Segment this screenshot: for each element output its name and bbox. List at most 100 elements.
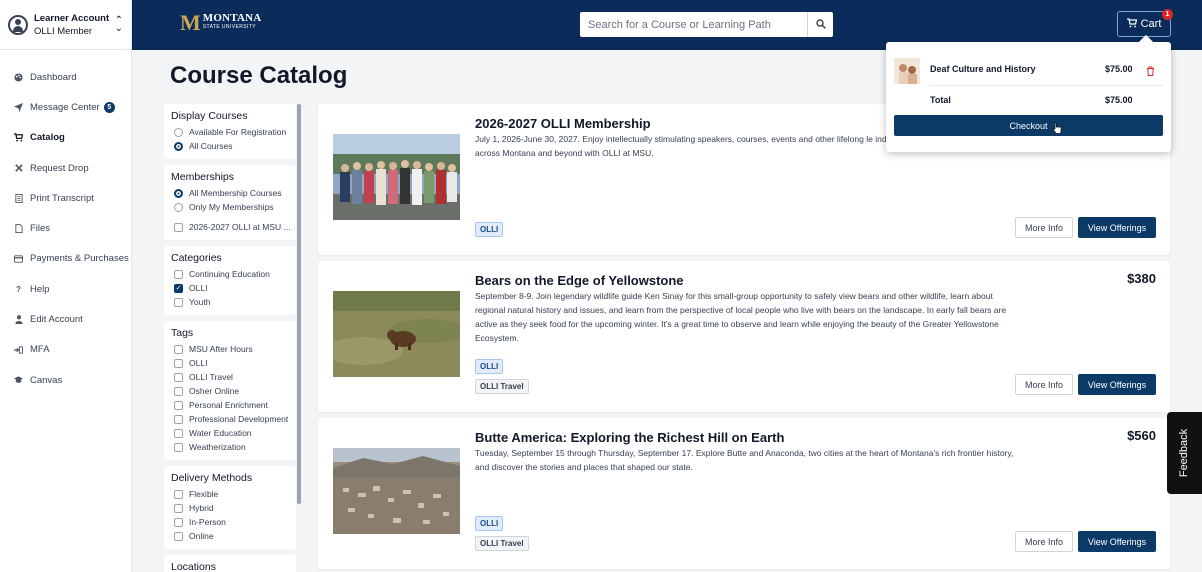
chevron-up-down-icon[interactable]: ⌃ ⌄: [115, 15, 123, 33]
cart-button[interactable]: Cart 1: [1117, 9, 1173, 37]
radio-button[interactable]: [174, 141, 183, 151]
checkbox[interactable]: [174, 372, 183, 382]
checkbox[interactable]: [174, 386, 183, 396]
filter-option[interactable]: Only My Memberships: [171, 200, 289, 214]
sidebar-item-mfa[interactable]: MFA: [0, 335, 131, 365]
filter-option[interactable]: Available For Registration: [171, 125, 289, 139]
account-title: Learner Account: [34, 12, 110, 24]
checkout-button[interactable]: Checkout: [894, 115, 1163, 136]
filter-title: Locations: [171, 561, 216, 572]
sidebar-item-edit-account[interactable]: Edit Account: [0, 304, 131, 334]
trash-icon[interactable]: [1146, 63, 1155, 81]
more-info-button[interactable]: More Info: [1015, 531, 1073, 552]
divider: [930, 85, 1163, 86]
filter-option[interactable]: Water Education: [171, 426, 289, 440]
view-offerings-button[interactable]: View Offerings: [1078, 217, 1156, 238]
checkbox[interactable]: [174, 442, 183, 452]
sidebar-item-label: Print Transcript: [30, 192, 94, 204]
filter-option[interactable]: In-Person: [171, 515, 289, 529]
filter-scrollbar[interactable]: [297, 104, 301, 504]
file-icon: [14, 224, 23, 234]
filter-option[interactable]: All Membership Courses: [171, 186, 289, 200]
feedback-tab[interactable]: Feedback: [1167, 412, 1202, 494]
course-title[interactable]: Bears on the Edge of Yellowstone: [475, 273, 684, 288]
tag-badge: OLLI: [475, 222, 504, 237]
checkbox[interactable]: [174, 531, 183, 541]
sidebar-item-label: Catalog: [30, 132, 65, 144]
checkbox[interactable]: [174, 344, 183, 354]
sidebar-item-help[interactable]: ? Help: [0, 274, 131, 304]
logo-sub-text: STATE UNIVERSITY: [202, 24, 256, 30]
checkbox[interactable]: [174, 489, 183, 499]
checkbox[interactable]: [174, 269, 183, 279]
course-title[interactable]: 2026-2027 OLLI Membership: [475, 116, 651, 131]
sidebar-item-catalog[interactable]: Catalog: [0, 123, 131, 153]
sidebar-item-label: Help: [30, 283, 50, 295]
view-offerings-button[interactable]: View Offerings: [1078, 374, 1156, 395]
more-info-button[interactable]: More Info: [1015, 217, 1073, 238]
cart-dropdown: Deaf Culture and History $75.00 Total $7…: [886, 42, 1171, 152]
filter-option[interactable]: All Courses: [171, 139, 289, 153]
radio-button[interactable]: [174, 188, 183, 198]
filter-option[interactable]: Weatherization: [171, 440, 289, 454]
sidebar-item-canvas[interactable]: Canvas: [0, 365, 131, 395]
checkbox[interactable]: [174, 400, 183, 410]
checkbox[interactable]: [174, 222, 183, 232]
checkbox[interactable]: [174, 503, 183, 513]
course-image-butte[interactable]: [333, 448, 460, 534]
filter-option[interactable]: OLLI Travel: [171, 370, 289, 384]
search-input[interactable]: [580, 12, 807, 37]
sidebar: Learner Account OLLI Member ⌃ ⌄ Dashboard…: [0, 0, 132, 572]
filter-memberships: Memberships All Membership Courses Only …: [164, 165, 296, 240]
filter-option[interactable]: ✓ OLLI: [171, 281, 289, 295]
checkbox[interactable]: [174, 297, 183, 307]
more-info-button[interactable]: More Info: [1015, 374, 1073, 395]
sidebar-item-label: Canvas: [30, 374, 63, 386]
filter-option[interactable]: Professional Development: [171, 412, 289, 426]
course-title[interactable]: Butte America: Exploring the Richest Hil…: [475, 430, 784, 445]
filter-option[interactable]: Osher Online: [171, 384, 289, 398]
filter-option[interactable]: MSU After Hours: [171, 342, 289, 356]
logo-mark: M: [180, 10, 201, 35]
checkbox[interactable]: [174, 428, 183, 438]
checkbox[interactable]: [174, 414, 183, 424]
sidebar-item-payments[interactable]: Payments & Purchases: [0, 244, 131, 274]
sidebar-item-print-transcript[interactable]: Print Transcript: [0, 183, 131, 213]
msu-logo[interactable]: M MONTANA STATE UNIVERSITY: [180, 10, 261, 35]
radio-button[interactable]: [174, 127, 183, 137]
filter-option[interactable]: Online: [171, 529, 289, 543]
sidebar-item-dashboard[interactable]: Dashboard: [0, 62, 131, 92]
palette-icon: [14, 73, 23, 82]
filter-categories: Categories Continuing Education ✓ OLLI Yo…: [164, 246, 296, 315]
sidebar-item-label: MFA: [30, 344, 50, 356]
course-price: $560: [1127, 428, 1156, 443]
sidebar-nav: Dashboard Message Center 5 Catalog Reque…: [0, 50, 131, 395]
filter-option[interactable]: 2026-2027 OLLI at MSU ...: [171, 220, 291, 234]
search-button[interactable]: [807, 12, 833, 37]
cart-total-value: $75.00: [1105, 95, 1133, 105]
paper-plane-icon: [14, 102, 23, 112]
question-icon: ?: [16, 284, 21, 294]
feedback-label: Feedback: [1178, 428, 1191, 478]
course-description: September 8-9. Join legendary wildlife g…: [475, 291, 1007, 343]
page-title: Course Catalog: [170, 62, 348, 89]
filter-option[interactable]: Hybrid: [171, 501, 289, 515]
checkbox-checked[interactable]: ✓: [174, 283, 183, 293]
sidebar-item-request-drop[interactable]: Request Drop: [0, 153, 131, 183]
account-switcher[interactable]: Learner Account OLLI Member ⌃ ⌄: [0, 0, 131, 50]
filter-option[interactable]: Youth: [171, 295, 289, 309]
checkbox[interactable]: [174, 358, 183, 368]
checkbox[interactable]: [174, 517, 183, 527]
sidebar-item-files[interactable]: Files: [0, 213, 131, 243]
filter-option[interactable]: Personal Enrichment: [171, 398, 289, 412]
cart-label: Cart: [1140, 18, 1162, 30]
course-image-bear[interactable]: [333, 291, 460, 377]
radio-button[interactable]: [174, 202, 183, 212]
filter-option[interactable]: Continuing Education: [171, 267, 289, 281]
filter-title: Categories: [171, 252, 222, 264]
course-image-group-photo[interactable]: [333, 134, 460, 220]
view-offerings-button[interactable]: View Offerings: [1078, 531, 1156, 552]
sidebar-item-message-center[interactable]: Message Center 5: [0, 92, 131, 122]
filter-option[interactable]: OLLI: [171, 356, 289, 370]
filter-option[interactable]: Flexible: [171, 487, 289, 501]
